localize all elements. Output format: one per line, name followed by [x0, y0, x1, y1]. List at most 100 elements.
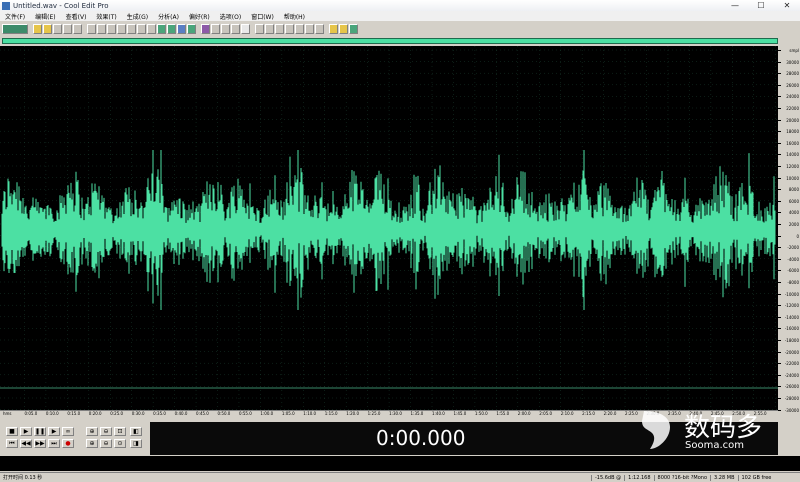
amplitude-tick-label: -24000	[784, 372, 799, 378]
redo-button[interactable]	[97, 24, 106, 34]
zoom-out-vertical-button[interactable]: ⊖	[100, 439, 112, 448]
scripts-button[interactable]	[315, 24, 324, 34]
play-list-button[interactable]	[275, 24, 284, 34]
menu-help[interactable]: 帮助(H)	[279, 12, 310, 21]
amplitude-tick-mark	[778, 282, 781, 283]
record-button[interactable]: ●	[62, 439, 74, 448]
time-tick-label: 1:10.0	[303, 411, 317, 416]
select-all-button[interactable]	[177, 24, 186, 34]
amplitude-tick-label: 10000	[786, 175, 799, 181]
waveform-canvas[interactable]	[0, 46, 778, 410]
trim-button[interactable]	[157, 24, 166, 34]
save-button[interactable]	[53, 24, 62, 34]
rewind-button[interactable]: ◀◀	[20, 439, 32, 448]
copy-button[interactable]	[117, 24, 126, 34]
undo-button[interactable]	[87, 24, 96, 34]
go-to-end-button[interactable]: ⏭	[48, 439, 60, 448]
pause-button[interactable]: ❚❚	[34, 427, 46, 436]
amplitude-tick-label: 18000	[786, 129, 799, 135]
zoom-left-button[interactable]: ◧	[130, 427, 142, 436]
time-tick-label: 2:15.0	[582, 411, 595, 416]
menu-generate[interactable]: 生成(G)	[122, 12, 153, 21]
loop-play-button[interactable]: ∞	[62, 427, 74, 436]
save-as-button[interactable]	[63, 24, 72, 34]
amplitude-tick-label: 4000	[788, 210, 799, 216]
waveform-view-button[interactable]	[211, 24, 220, 34]
zoom-selection-button[interactable]: ⊙	[114, 439, 126, 448]
snap-button[interactable]	[255, 24, 264, 34]
menu-favorites[interactable]: 偏好(R)	[184, 12, 215, 21]
help-button[interactable]	[349, 24, 358, 34]
delete-button[interactable]	[167, 24, 176, 34]
time-tick-label: 0:50.0	[217, 411, 231, 416]
fast-forward-button[interactable]: ▶▶	[34, 439, 46, 448]
paste-button[interactable]	[127, 24, 136, 34]
amplitude-tick-label: 22000	[786, 106, 799, 111]
status-time: 1:12.168	[624, 474, 653, 481]
amplitude-tick-mark	[778, 166, 781, 167]
amplitude-tick-mark	[778, 73, 781, 75]
time-tick-label: 2:00.0	[517, 411, 531, 416]
loop-button[interactable]	[305, 24, 314, 34]
go-to-start-button[interactable]: ⏮	[6, 439, 18, 448]
zoom-right-button[interactable]: ◨	[130, 439, 142, 448]
amplitude-tick-label: 26000	[786, 82, 799, 88]
waveform-display[interactable]: smpl 30000 28000 26000 24000 22000 20000 18000 1…	[0, 46, 800, 413]
cue-list-button[interactable]	[285, 24, 294, 34]
amplitude-tick-mark	[778, 305, 781, 307]
menu-effects[interactable]: 效果(T)	[91, 12, 121, 21]
new-file-button[interactable]	[33, 24, 42, 34]
amplitude-tick-label: -10000	[784, 291, 799, 297]
info-button[interactable]	[295, 24, 304, 34]
mix-paste-button[interactable]	[147, 24, 156, 34]
time-tick-label: 1:05.0	[281, 411, 295, 416]
zoom-in-vertical-button[interactable]: ⊕	[86, 439, 98, 448]
amplitude-tick-mark	[778, 212, 781, 214]
cue-button[interactable]	[187, 24, 196, 34]
markers-button[interactable]	[339, 24, 348, 34]
settings-button[interactable]	[241, 24, 250, 34]
menu-file[interactable]: 文件(F)	[0, 12, 30, 21]
amplitude-tick-label: -2000	[787, 245, 799, 251]
menu-options[interactable]: 选项(O)	[215, 12, 246, 21]
time-tick-label: 1:45.0	[453, 411, 467, 416]
play-to-end-button[interactable]: ▶	[48, 427, 60, 436]
minimize-button[interactable]: —	[722, 0, 748, 11]
close-file-button[interactable]	[73, 24, 82, 34]
toolbar	[0, 21, 800, 37]
amplitude-tick-mark	[778, 177, 781, 179]
menu-edit[interactable]: 编辑(E)	[30, 12, 60, 21]
zoom-full-button[interactable]: ⊡	[114, 427, 126, 436]
overview-range-bar[interactable]	[2, 38, 778, 44]
amplitude-tick-label: 24000	[786, 94, 799, 100]
open-file-button[interactable]	[43, 24, 52, 34]
zoom-in-horizontal-button[interactable]: ⊕	[86, 427, 98, 436]
amplitude-tick-mark	[778, 270, 781, 272]
status-free-space: 102 GB free	[737, 474, 775, 481]
paste-new-button[interactable]	[137, 24, 146, 34]
favorites-button[interactable]	[329, 24, 338, 34]
close-button[interactable]: ✕	[774, 0, 800, 11]
app-icon	[2, 1, 10, 10]
spectral-view-button[interactable]	[201, 24, 210, 34]
frequency-analysis-button[interactable]	[221, 24, 230, 34]
amplitude-tick-label: -4000	[787, 256, 799, 262]
multitrack-toggle-button[interactable]	[2, 24, 28, 34]
amplitude-tick-mark	[778, 340, 781, 341]
maximize-button[interactable]: ☐	[748, 0, 774, 11]
amplitude-tick-mark	[778, 131, 781, 133]
amplitude-tick-mark	[778, 363, 781, 365]
grid-button[interactable]	[265, 24, 274, 34]
amplitude-tick-label: -18000	[784, 338, 799, 343]
menu-window[interactable]: 窗口(W)	[246, 12, 279, 21]
menu-view[interactable]: 查看(V)	[61, 12, 92, 21]
time-tick-label: 1:00.0	[260, 411, 274, 416]
menu-analyze[interactable]: 分析(A)	[153, 12, 184, 21]
play-button[interactable]: ▶	[20, 427, 32, 436]
cut-button[interactable]	[107, 24, 116, 34]
zoom-out-horizontal-button[interactable]: ⊖	[100, 427, 112, 436]
watermark-logo-icon	[642, 411, 670, 449]
stop-button[interactable]: ■	[6, 427, 18, 436]
statistics-button[interactable]	[231, 24, 240, 34]
time-tick-label: 1:30.0	[389, 411, 402, 416]
